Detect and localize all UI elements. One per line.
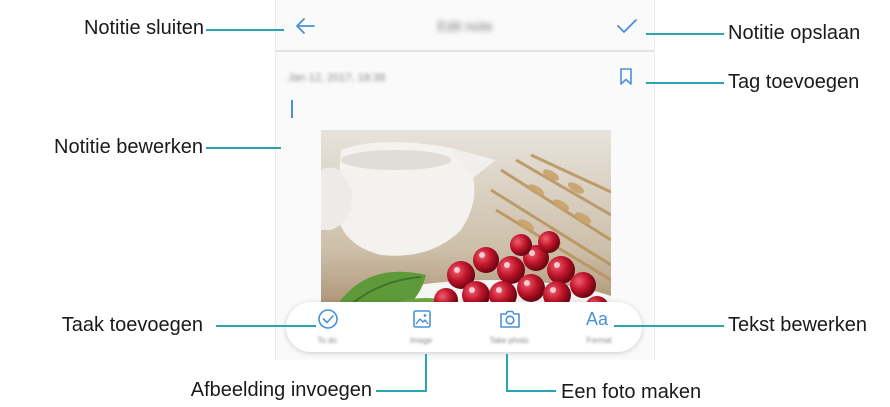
bookmark-icon[interactable]: [619, 68, 633, 86]
format-label: Format: [586, 336, 612, 345]
callout-line-photo-v: [506, 354, 508, 392]
callout-line-text: [614, 325, 724, 327]
insert-image-button[interactable]: Image: [396, 308, 446, 348]
callout-line-task: [216, 325, 316, 327]
phone-screen: Edit note Jan 12, 2017, 18:38 To do Imag…: [275, 0, 655, 360]
image-icon: [411, 308, 433, 330]
callout-line-image-h: [376, 390, 427, 392]
app-bar: Edit note: [276, 0, 654, 52]
format-text-button[interactable]: Aa Format: [574, 308, 624, 348]
todo-label: To do: [317, 336, 337, 345]
callout-line-photo-h: [506, 390, 556, 392]
text-cursor[interactable]: [291, 100, 293, 118]
take-photo-label: Take photo: [489, 336, 529, 345]
take-photo-button[interactable]: Take photo: [484, 308, 534, 348]
callout-line-save: [646, 33, 724, 35]
callout-edit-text: Tekst bewerken: [728, 314, 867, 336]
camera-icon: [498, 308, 522, 330]
callout-save-note: Notitie opslaan: [728, 22, 861, 44]
callout-edit-note: Notitie bewerken: [54, 136, 203, 158]
callout-insert-image: Afbeelding invoegen: [190, 379, 372, 401]
callout-line-close: [206, 29, 284, 31]
callout-take-photo: Een foto maken: [561, 381, 702, 403]
app-bar-title: Edit note: [437, 18, 493, 34]
format-text-icon: Aa: [586, 309, 609, 329]
callout-line-edit: [206, 147, 281, 149]
todo-button[interactable]: To do: [302, 308, 352, 348]
note-date: Jan 12, 2017, 18:38: [288, 72, 386, 84]
callout-line-image-v: [425, 354, 427, 392]
image-label: Image: [409, 336, 433, 345]
note-photo: [321, 130, 611, 330]
check-circle-icon: [317, 308, 339, 330]
callout-line-tag: [646, 82, 724, 84]
callout-close-note: Notitie sluiten: [83, 17, 204, 39]
callout-add-tag: Tag toevoegen: [728, 71, 860, 93]
callout-add-task: Taak toevoegen: [61, 314, 203, 336]
bottom-toolbar: To do Image Take photo Aa Format: [286, 302, 642, 352]
checkmark-icon[interactable]: [616, 18, 638, 34]
